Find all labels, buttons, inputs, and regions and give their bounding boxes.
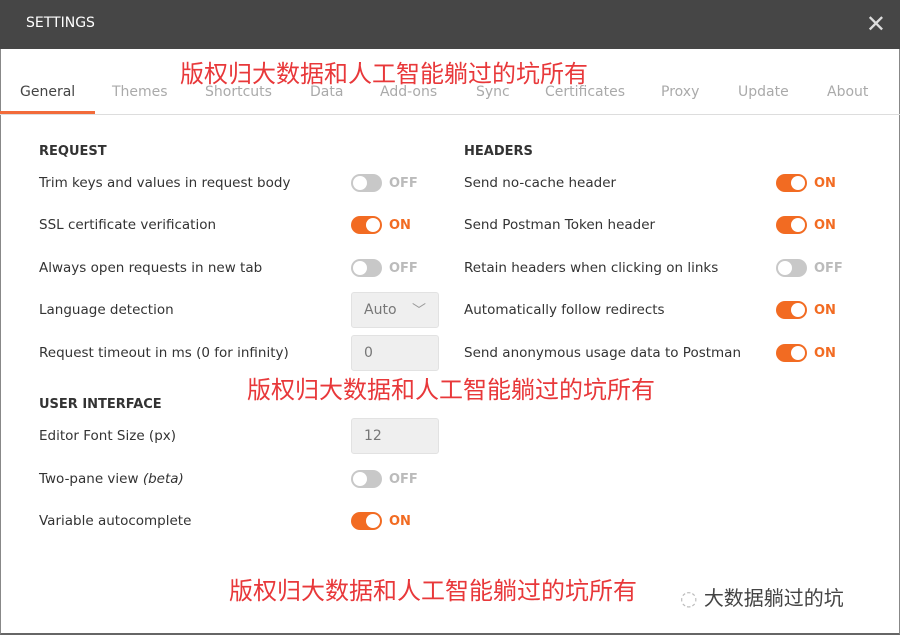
new-tab-toggle[interactable] [351,259,382,277]
tab-update[interactable]: Update [738,84,789,114]
request-heading: REQUEST [39,144,107,159]
tab-proxy[interactable]: Proxy [661,84,699,114]
setting-label: Editor Font Size (px) [39,428,177,444]
setting-label: Send no-cache header [464,175,617,191]
headers-heading: HEADERS [464,144,533,159]
toggle-state: ON [814,176,836,191]
ssl-verification-toggle[interactable] [351,216,382,234]
setting-label: Always open requests in new tab [39,260,263,276]
variable-autocomplete-toggle[interactable] [351,512,382,530]
toggle-state: ON [389,514,411,529]
trim-keys-toggle[interactable] [351,174,382,192]
toggle-state: OFF [389,176,418,191]
toggle-state: OFF [389,261,418,276]
settings-title: SETTINGS [26,15,95,31]
setting-label: Send Postman Token header [464,217,656,233]
toggle-state: ON [389,218,411,233]
toggle-state: ON [814,303,836,318]
wechat-icon: ◌ [680,586,698,610]
setting-label: Automatically follow redirects [464,302,665,318]
brand-text: 大数据躺过的坑 [703,586,844,610]
brand-watermark: ◌ 大数据躺过的坑 [680,582,844,611]
settings-frame [0,49,900,635]
setting-label: Retain headers when clicking on links [464,260,719,276]
user-interface-heading: USER INTERFACE [39,397,162,412]
tab-general[interactable]: General [0,84,96,114]
toggle-state: OFF [389,472,418,487]
chevron-down-icon: ﹀ [412,303,426,319]
label-suffix: (beta) [142,471,184,487]
close-icon[interactable]: ✕ [866,10,886,38]
toggle-state: ON [814,218,836,233]
toggle-state: ON [814,346,836,361]
select-value: Auto [364,302,397,318]
setting-label: Trim keys and values in request body [39,175,291,191]
postman-token-toggle[interactable] [776,216,807,234]
label-text: Two-pane view [39,471,139,487]
setting-label: Variable autocomplete [39,513,192,529]
tab-about[interactable]: About [827,84,868,114]
editor-font-size-input[interactable]: 12 [351,418,439,454]
watermark: 版权归大数据和人工智能躺过的坑所有 [229,577,637,605]
watermark: 版权归大数据和人工智能躺过的坑所有 [247,376,655,404]
setting-label: Language detection [39,302,174,318]
setting-label: SSL certificate verification [39,217,217,233]
setting-label: Request timeout in ms (0 for infinity) [39,345,289,361]
no-cache-toggle[interactable] [776,174,807,192]
language-detection-select[interactable]: Auto ﹀ [351,292,439,328]
setting-label: Send anonymous usage data to Postman [464,345,742,361]
follow-redirects-toggle[interactable] [776,301,807,319]
setting-label: Two-pane view (beta) [39,471,184,487]
two-pane-toggle[interactable] [351,470,382,488]
watermark: 版权归大数据和人工智能躺过的坑所有 [180,60,588,88]
retain-headers-toggle[interactable] [776,259,807,277]
request-timeout-input[interactable]: 0 [351,335,439,371]
settings-header: SETTINGS ✕ [0,0,900,49]
tab-themes[interactable]: Themes [112,84,168,114]
toggle-state: OFF [814,261,843,276]
usage-data-toggle[interactable] [776,344,807,362]
